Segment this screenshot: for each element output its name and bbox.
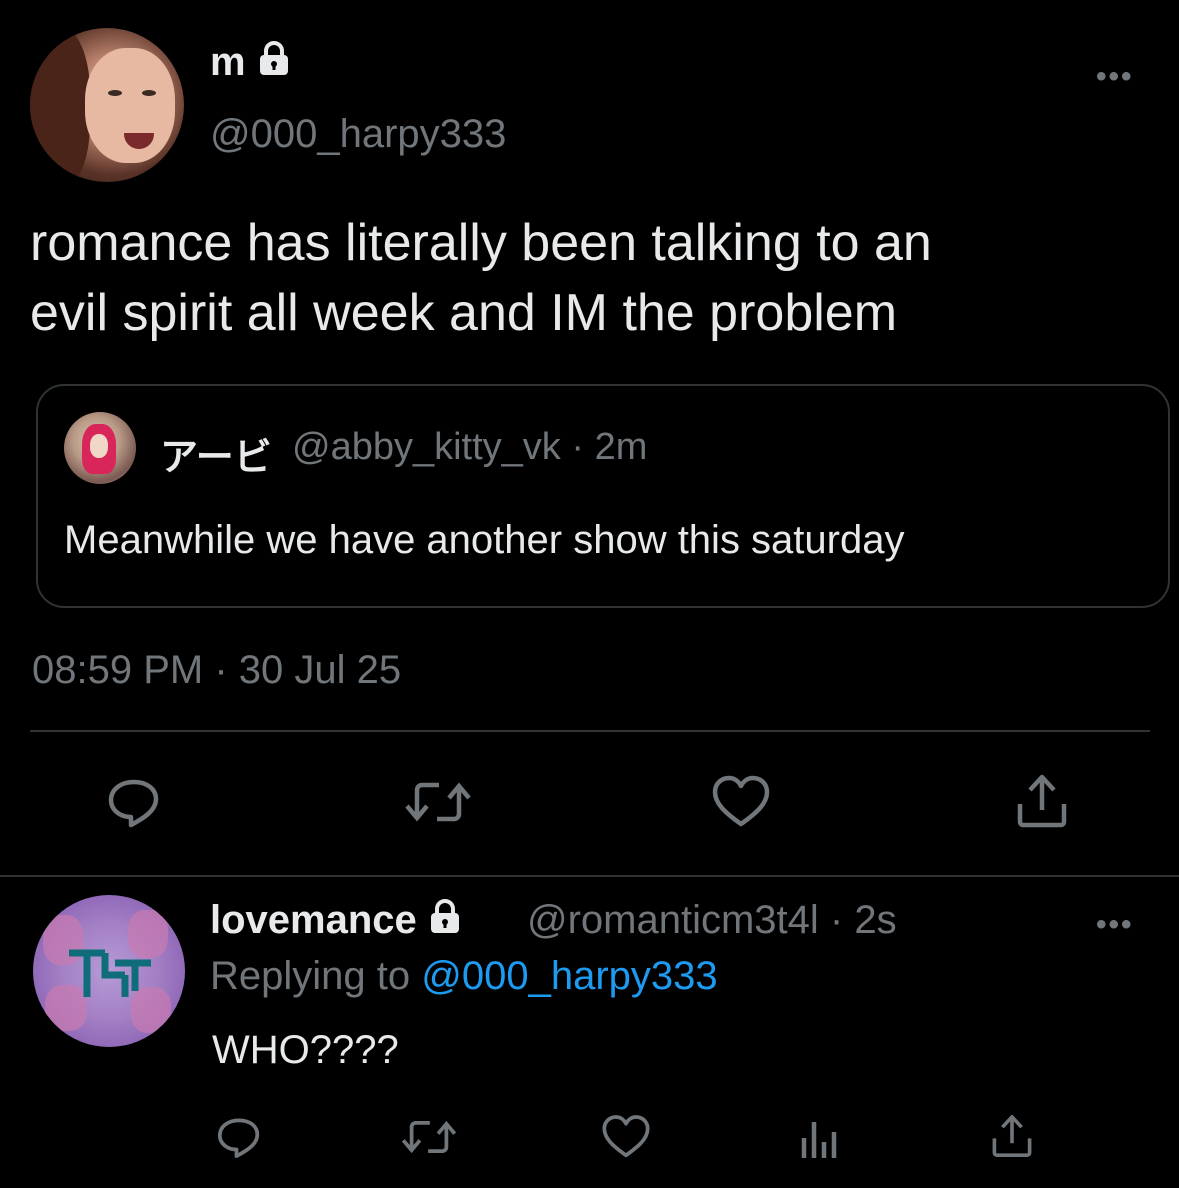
quote-author-name: アービ (160, 437, 272, 479)
author-display-name: m (210, 40, 246, 84)
more-options-icon[interactable]: ••• (1096, 908, 1134, 942)
replying-to-mention[interactable]: @000_harpy333 (421, 954, 717, 998)
reply-icon[interactable] (104, 772, 164, 837)
views-icon[interactable] (798, 1112, 842, 1167)
tweet-text-line: romance has literally been talking to an (30, 214, 932, 272)
quoted-tweet[interactable] (36, 384, 1170, 608)
author-avatar[interactable] (30, 28, 184, 182)
tweet-text: romance has literally been talking to an… (30, 208, 1150, 348)
reply-text: WHO???? (212, 1028, 399, 1072)
like-icon[interactable] (600, 1112, 652, 1167)
tweet-timestamp[interactable]: 08:59 PM · 30 Jul 25 (32, 648, 401, 693)
lock-icon (257, 41, 291, 87)
like-icon[interactable] (710, 772, 772, 837)
share-icon[interactable] (1012, 770, 1072, 837)
reply-author-avatar[interactable] (33, 895, 185, 1047)
share-icon[interactable] (988, 1110, 1036, 1167)
author-name[interactable]: m (210, 40, 291, 87)
reply-author-name[interactable]: lovemance (210, 898, 462, 945)
reply-author-meta[interactable]: @romanticm3t4l · 2s (527, 898, 897, 943)
lock-icon (428, 899, 462, 945)
divider (30, 730, 1150, 732)
tweet-text-line: evil spirit all week and IM the problem (30, 284, 898, 342)
reply-author-display-name: lovemance (210, 898, 417, 942)
replying-to-label: Replying to (210, 954, 411, 998)
quote-author-meta: @abby_kitty_vk · 2m (292, 426, 648, 468)
more-options-icon[interactable]: ••• (1096, 60, 1134, 94)
quote-author-avatar (64, 412, 136, 484)
replying-to: Replying to @000_harpy333 (210, 954, 718, 999)
quote-text: Meanwhile we have another show this satu… (64, 518, 905, 562)
divider (0, 875, 1179, 877)
retweet-icon[interactable] (400, 1112, 458, 1167)
reply-icon[interactable] (214, 1112, 264, 1167)
author-handle[interactable]: @000_harpy333 (210, 112, 506, 157)
retweet-icon[interactable] (403, 772, 473, 837)
